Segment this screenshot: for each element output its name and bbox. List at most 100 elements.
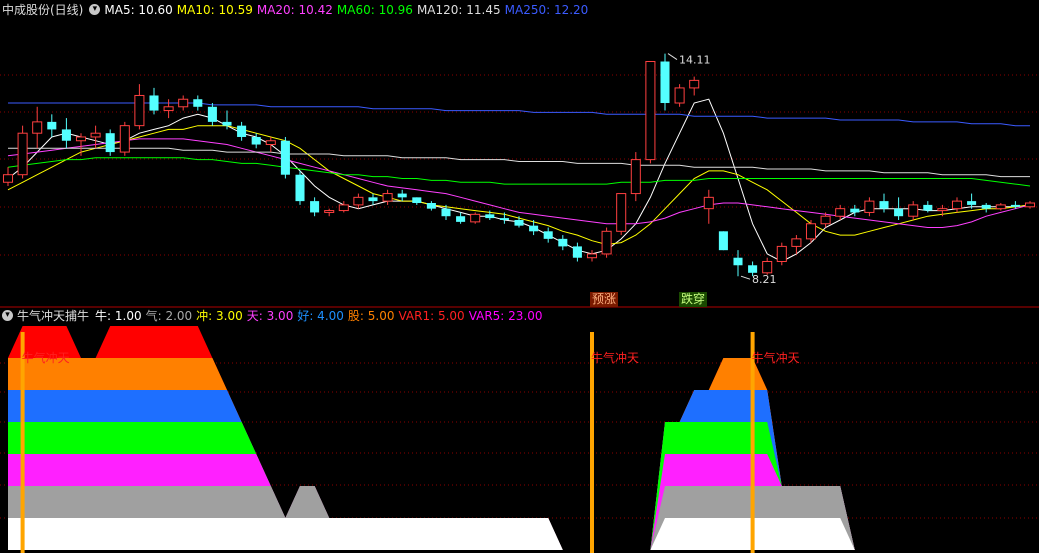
candle-body <box>820 215 831 225</box>
candle-body <box>485 214 495 219</box>
candle-body <box>674 87 685 104</box>
candle-body <box>923 204 933 211</box>
candle-body <box>251 136 261 145</box>
candle-body <box>499 218 509 220</box>
ma-legend-item-3: MA60: 10.96 <box>336 3 413 17</box>
candle <box>163 99 174 119</box>
indicator-legend: 牛: 1.00 气: 2.00 冲: 3.00 天: 3.00 好: 4.00 股: 5.… <box>95 309 547 323</box>
candle-body <box>353 196 364 206</box>
chevron-down-icon[interactable]: ▾ <box>2 310 13 321</box>
candle <box>586 250 598 262</box>
candle-body <box>703 196 714 210</box>
high-pointer <box>667 53 678 60</box>
candle <box>981 203 991 213</box>
indicator-legend-item-4: 好: 4.00 <box>297 309 344 323</box>
indicator-bands <box>8 326 1030 550</box>
candle-body <box>894 208 904 217</box>
candle <box>134 84 145 130</box>
indicator-legend-item-3: 天: 3.00 <box>246 309 294 323</box>
candle <box>412 197 422 205</box>
candle-body <box>689 79 700 89</box>
candlestick-series <box>2 53 1036 277</box>
candle <box>456 212 466 224</box>
candle <box>674 84 685 107</box>
candle <box>353 193 364 209</box>
bull-signal-bar <box>750 332 755 553</box>
signal-down-tag: 跌穿 <box>679 292 708 307</box>
indicator-legend-item-1: 气: 2.00 <box>145 309 193 323</box>
candle-body <box>193 99 203 107</box>
candle-body <box>397 193 407 198</box>
candle-body <box>514 219 524 226</box>
signal-up-tag: 预涨 <box>590 292 619 307</box>
candle-body <box>805 223 817 240</box>
candle-body <box>572 246 582 258</box>
candle-body <box>265 140 276 146</box>
candle-body <box>908 204 919 217</box>
candle-body <box>426 203 436 209</box>
candle <box>265 136 276 153</box>
candle <box>951 197 963 213</box>
ma-legend-item-0: MA5: 10.60 <box>104 3 173 17</box>
candle <box>397 189 407 202</box>
indicator-title: 牛气冲天捕牛 <box>17 309 90 323</box>
candle <box>733 250 743 277</box>
bull-signal-label: 牛气冲天 <box>591 350 639 365</box>
candle-body <box>601 230 612 255</box>
candle <box>280 136 290 179</box>
candle <box>251 133 261 149</box>
candle-body <box>47 121 57 130</box>
candle-body <box>543 231 553 239</box>
candle <box>470 212 481 224</box>
candle-body <box>2 174 14 183</box>
indicator-legend-item-6: VAR1: 5.00 <box>398 309 465 323</box>
candle <box>879 193 889 213</box>
candle <box>324 208 335 217</box>
candle-body <box>718 231 728 251</box>
bull-signal: 牛气冲天 <box>590 332 639 553</box>
main-header: 中成股份(日线) ▾ MA5: 10.60 MA10: 10.59 MA20: 10.4… <box>2 2 596 18</box>
candle <box>310 197 320 217</box>
candle-body <box>338 204 349 212</box>
candle <box>630 152 641 202</box>
candle-body <box>119 125 130 153</box>
candle <box>776 242 787 266</box>
candle <box>47 114 57 137</box>
candle <box>689 76 700 96</box>
candle-body <box>630 159 641 195</box>
bull-signal-bar <box>20 332 25 553</box>
ma-legend: MA5: 10.60 MA10: 10.59 MA20: 10.42 MA60: 10… <box>104 3 592 17</box>
candle-body <box>32 121 43 134</box>
stock-title: 中成股份(日线) <box>2 3 84 17</box>
sub-header: ▾ 牛气冲天捕牛 牛: 1.00 气: 2.00 冲: 3.00 天: 3.00 好: 4.… <box>2 308 551 324</box>
candle <box>105 129 115 156</box>
low-price-label: 8.21 <box>752 273 777 286</box>
candle-body <box>1010 204 1020 207</box>
candle-body <box>733 257 743 266</box>
ma-legend-item-5: MA250: 12.20 <box>504 3 589 17</box>
chevron-down-icon[interactable]: ▾ <box>89 4 101 15</box>
candle <box>864 197 875 217</box>
candle-body <box>558 238 568 247</box>
candle-body <box>75 136 87 142</box>
ma-legend-item-4: MA120: 11.45 <box>416 3 501 17</box>
ma-legend-item-2: MA20: 10.42 <box>256 3 333 17</box>
candle-body <box>937 208 948 212</box>
candle <box>119 121 130 156</box>
candle-body <box>951 200 963 210</box>
candle-body <box>178 98 189 108</box>
candle <box>207 103 217 126</box>
candle-body <box>791 238 802 247</box>
ma120-line <box>8 147 1030 178</box>
candle-body <box>207 106 217 122</box>
candle <box>237 121 247 141</box>
candle <box>17 125 28 179</box>
ma-legend-item-1: MA10: 10.59 <box>176 3 253 17</box>
candle <box>1024 201 1036 209</box>
indicator-legend-item-2: 冲: 3.00 <box>196 309 243 323</box>
candle <box>368 193 378 205</box>
candle-body <box>222 121 232 126</box>
low-pointer <box>740 275 751 280</box>
candle <box>645 61 656 164</box>
candle <box>835 204 846 220</box>
